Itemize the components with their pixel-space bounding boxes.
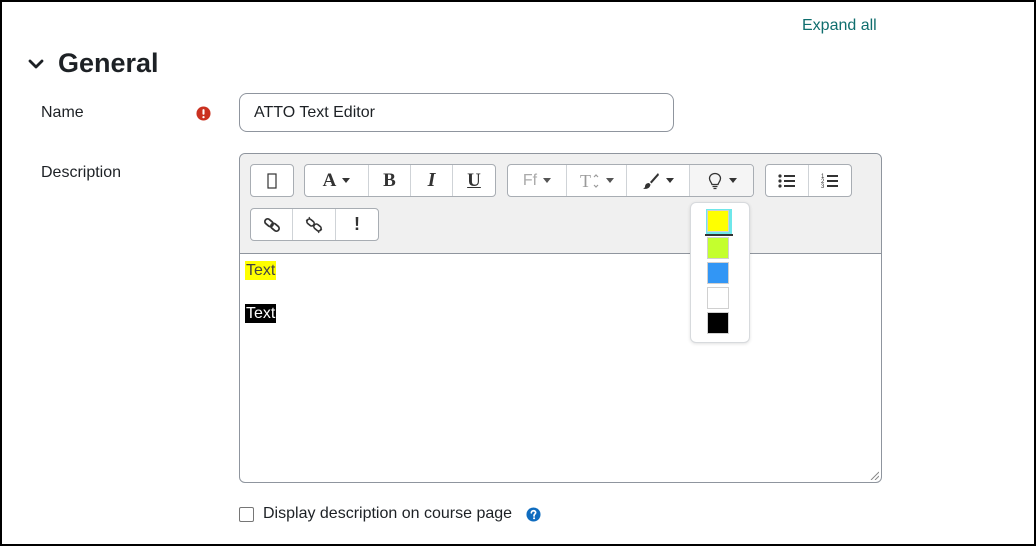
section-title: General bbox=[58, 48, 159, 78]
help-icon[interactable] bbox=[526, 506, 541, 522]
unlink-button[interactable] bbox=[293, 209, 336, 240]
editor-toolbar: A B I U Ff T 1 2 3 ! bbox=[240, 154, 881, 254]
highlight-color-menu bbox=[690, 202, 750, 343]
atto-editor: A B I U Ff T 1 2 3 ! Text Text bbox=[239, 153, 882, 483]
caret-down-icon bbox=[342, 178, 351, 183]
paint-brush-icon bbox=[643, 172, 659, 189]
font-family-icon: Ff bbox=[522, 171, 538, 189]
font-size-icon: T bbox=[580, 171, 598, 191]
show-more-icon bbox=[267, 172, 277, 189]
swatch-green bbox=[707, 237, 729, 259]
required-icon bbox=[196, 106, 211, 121]
color-option-yellow[interactable] bbox=[706, 209, 732, 235]
numbered-list-icon: 1 2 3 bbox=[821, 174, 838, 190]
italic-icon: I bbox=[427, 169, 436, 191]
swatch-blue bbox=[707, 262, 729, 284]
content-line-2: Text bbox=[245, 303, 277, 324]
bold-icon: B bbox=[383, 169, 396, 191]
name-label: Name bbox=[41, 104, 84, 121]
color-option-green[interactable] bbox=[707, 237, 729, 259]
toolbar-group-links: ! bbox=[250, 208, 379, 241]
lightbulb-icon bbox=[708, 172, 721, 189]
section-header-general: General bbox=[26, 48, 159, 79]
collapse-button[interactable] bbox=[251, 165, 293, 196]
svg-text:T: T bbox=[580, 171, 591, 191]
toolbar-group-collapse bbox=[250, 164, 294, 197]
font-color-icon: A bbox=[322, 169, 337, 191]
underline-icon: U bbox=[467, 169, 481, 191]
swatch-white bbox=[707, 287, 729, 309]
unlink-icon bbox=[305, 216, 323, 233]
swatch-black bbox=[707, 312, 729, 334]
color-option-black[interactable] bbox=[707, 312, 729, 334]
caret-down-icon bbox=[666, 178, 674, 183]
unordered-list-button[interactable] bbox=[766, 165, 809, 196]
ordered-list-button[interactable]: 1 2 3 bbox=[809, 165, 851, 196]
display-description-label: Display description on course page bbox=[263, 505, 513, 522]
chevron-down-icon[interactable] bbox=[26, 54, 46, 74]
font-family-button[interactable]: Ff bbox=[508, 165, 567, 196]
link-button[interactable] bbox=[251, 209, 293, 240]
link-icon bbox=[263, 217, 280, 232]
editor-content[interactable]: Text Text bbox=[245, 260, 277, 324]
svg-text:3: 3 bbox=[821, 184, 825, 190]
bullet-list-icon bbox=[778, 173, 795, 188]
color-option-white[interactable] bbox=[707, 287, 729, 309]
underline-button[interactable]: U bbox=[453, 165, 495, 196]
resize-grip-icon[interactable] bbox=[869, 470, 879, 480]
font-color-button[interactable]: A bbox=[305, 165, 369, 196]
italic-button[interactable]: I bbox=[411, 165, 453, 196]
bold-button[interactable]: B bbox=[369, 165, 411, 196]
name-input[interactable]: ATTO Text Editor bbox=[239, 93, 674, 132]
accessibility-checker-button[interactable]: ! bbox=[336, 209, 378, 240]
highlighted-text-black: Text bbox=[245, 304, 277, 323]
expand-all-link[interactable]: Expand all bbox=[802, 17, 877, 35]
exclamation-icon: ! bbox=[354, 214, 360, 234]
menu-divider bbox=[705, 234, 733, 236]
caret-down-icon bbox=[728, 178, 737, 183]
display-description-row: Display description on course page bbox=[239, 505, 541, 523]
caret-down-icon bbox=[543, 178, 552, 183]
highlighted-text-yellow: Text bbox=[245, 261, 277, 280]
toolbar-group-lists: 1 2 3 bbox=[765, 164, 852, 197]
font-size-button[interactable]: T bbox=[567, 165, 627, 196]
brush-button[interactable] bbox=[627, 165, 690, 196]
content-line-1: Text bbox=[245, 260, 277, 281]
highlight-button[interactable] bbox=[690, 165, 753, 196]
toolbar-group-font: Ff T bbox=[507, 164, 754, 197]
color-option-blue[interactable] bbox=[707, 262, 729, 284]
caret-down-icon bbox=[605, 178, 614, 183]
swatch-yellow bbox=[707, 210, 729, 232]
display-description-checkbox[interactable] bbox=[239, 506, 254, 522]
description-label: Description bbox=[41, 164, 122, 181]
toolbar-group-style: A B I U bbox=[304, 164, 496, 197]
